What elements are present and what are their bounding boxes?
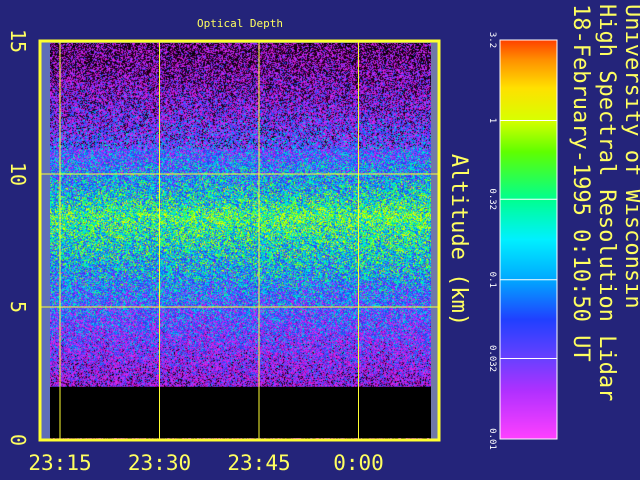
x-tick-label: 0:00 (333, 451, 384, 475)
colorbar-tick-label: 0.32 (487, 188, 497, 210)
x-tick-label: 23:30 (128, 451, 191, 475)
chart-title: Optical Depth (197, 17, 283, 30)
y-tick-label: 5 (6, 301, 30, 313)
colorbar-tick-label: 3.2 (487, 32, 497, 48)
heatmap-plot (38, 39, 441, 442)
heatmap-image (50, 43, 431, 439)
y-axis-label: Altitude (km) (446, 154, 471, 326)
side-caption: University of WisconsinHigh Spectral Res… (568, 4, 640, 401)
colorbar-tick-label: 0.01 (487, 428, 497, 450)
side-caption-line: University of Wisconsin (620, 4, 640, 309)
y-tick-label: 15 (6, 29, 30, 53)
x-tick-label: 23:45 (227, 451, 290, 475)
colorbar-tick-label: 0.032 (487, 345, 497, 372)
colorbar: 3.2 1 0.32 0.1 0.032 0.01 (487, 32, 558, 450)
colorbar-tick-label: 0.1 (487, 272, 497, 288)
colorbar-gradient (500, 40, 557, 439)
lidar-chart-svg: Optical Depth 0 5 10 15 23:15 23:30 23:45 0:00… (6, 4, 640, 475)
colorbar-tick-label: 1 (487, 118, 497, 123)
colorbar-tick-labels: 3.2 1 0.32 0.1 0.032 0.01 (487, 32, 497, 450)
y-tick-label: 0 (6, 434, 30, 446)
side-caption-line: 18-February-1995 0:10:50 UT (568, 4, 593, 362)
y-axis-tick-labels: 0 5 10 15 (6, 29, 30, 446)
side-caption-line: High Spectral Resolution Lidar (594, 4, 619, 401)
x-axis-tick-labels: 23:15 23:30 23:45 0:00 (28, 451, 383, 475)
lidar-figure: Optical Depth 0 5 10 15 23:15 23:30 23:45 0:00… (0, 0, 640, 480)
x-tick-label: 23:15 (28, 451, 91, 475)
ground-region (50, 386, 431, 438)
y-tick-label: 10 (6, 162, 30, 186)
